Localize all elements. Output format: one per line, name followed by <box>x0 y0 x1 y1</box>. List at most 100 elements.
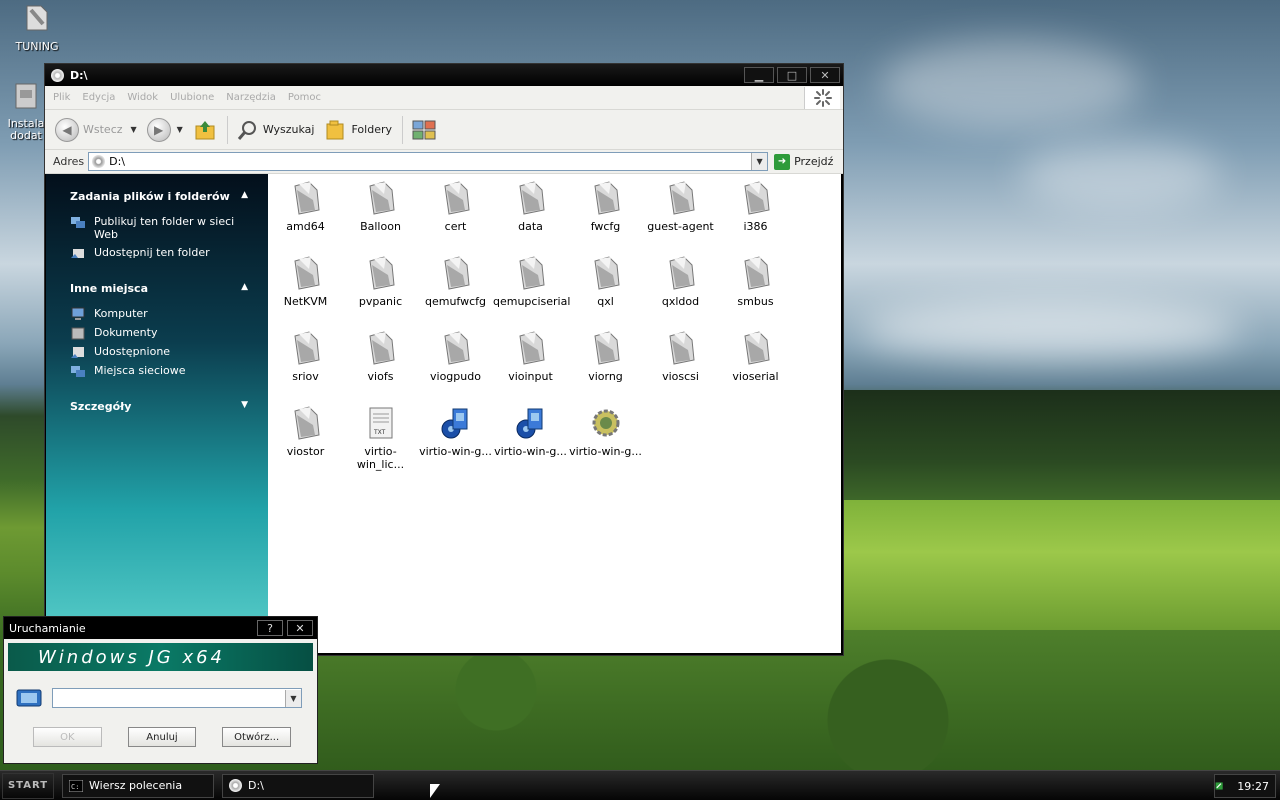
file-name: viogpudo <box>430 370 481 383</box>
taskbar-item-label: D:\ <box>248 779 264 792</box>
up-folder-button[interactable] <box>193 118 217 142</box>
chevron-down-icon[interactable]: ▼ <box>241 400 248 413</box>
folder-icon <box>293 331 320 365</box>
address-dropdown-button[interactable]: ▼ <box>751 153 768 170</box>
go-button[interactable]: ➜ Przejdź <box>774 153 833 170</box>
taskbar-item-explorer[interactable]: D:\ <box>222 773 374 798</box>
file-item[interactable]: virtio-win-g... <box>568 405 643 458</box>
file-item[interactable]: fwcfg <box>568 180 643 233</box>
menu-tools[interactable]: Narzędzia <box>226 92 276 103</box>
cancel-button[interactable]: Anuluj <box>127 727 197 747</box>
place-shared[interactable]: Udostępnione <box>70 345 258 359</box>
file-name: virtio-win-g... <box>419 445 492 458</box>
menu-edit[interactable]: Edycja <box>82 92 115 103</box>
file-item[interactable]: pvpanic <box>343 255 418 308</box>
place-computer[interactable]: Komputer <box>70 307 258 321</box>
file-item[interactable]: qxldod <box>643 255 718 308</box>
folder-icon <box>743 181 770 215</box>
ok-button[interactable]: OK <box>33 727 102 747</box>
chevron-down-icon[interactable]: ▼ <box>177 125 183 134</box>
taskbar: START C: Wiersz polecenia D:\ 19:27 <box>0 770 1280 800</box>
file-item[interactable]: viogpudo <box>418 330 493 383</box>
taskbar-item-command-prompt[interactable]: C: Wiersz polecenia <box>62 773 214 798</box>
place-documents[interactable]: Dokumenty <box>70 326 258 340</box>
run-command-input[interactable]: ▼ <box>52 688 302 708</box>
file-item[interactable]: sriov <box>268 330 343 383</box>
menu-view[interactable]: Widok <box>127 92 158 103</box>
close-button[interactable]: ✕ <box>810 67 840 83</box>
place-label: Udostępnione <box>94 345 171 358</box>
title-bar[interactable]: D:\ ▁ □ ✕ <box>45 64 843 86</box>
file-view[interactable]: amd64 Balloon cert data fwcfg guest-agent i386… <box>268 174 841 653</box>
folder-icon <box>518 256 545 290</box>
panel-title: Szczegóły <box>70 400 132 413</box>
file-item[interactable]: virtio-win-g... <box>418 405 493 458</box>
file-item[interactable]: virtio-win-g... <box>493 405 568 458</box>
run-close-button[interactable]: ✕ <box>287 620 313 636</box>
file-name: pvpanic <box>358 295 403 308</box>
address-bar: Adres D:\ ▼ ➜ Przejdź <box>45 150 843 174</box>
file-item[interactable]: qemufwcfg <box>418 255 493 308</box>
address-field[interactable]: D:\ ▼ <box>88 152 769 171</box>
file-item[interactable]: data <box>493 180 568 233</box>
chevron-up-icon[interactable]: ▲ <box>241 282 248 295</box>
forward-button[interactable]: ▶ ▼ <box>146 117 183 142</box>
file-item[interactable]: qemupciserial <box>493 255 571 308</box>
menu-file[interactable]: Plik <box>53 92 70 103</box>
run-dropdown-button[interactable]: ▼ <box>285 689 301 707</box>
file-name: qxldod <box>661 295 700 308</box>
task-publish-web[interactable]: Publikuj ten folder w sieci Web <box>70 215 258 241</box>
file-item[interactable]: guest-agent <box>643 180 718 233</box>
task-share-folder[interactable]: Udostępnij ten folder <box>70 246 258 260</box>
chevron-down-icon[interactable]: ▼ <box>131 125 137 134</box>
file-item[interactable]: i386 <box>718 180 793 233</box>
run-dialog[interactable]: Uruchamianie ? ✕ Windows JG x64 ▼ OK Anu… <box>3 616 318 764</box>
file-item[interactable]: vioscsi <box>643 330 718 383</box>
search-label: Wyszukaj <box>262 123 315 136</box>
svg-text:TXT: TXT <box>373 429 386 436</box>
file-item[interactable]: cert <box>418 180 493 233</box>
panel-header[interactable]: Inne miejsca ▲ <box>70 282 258 295</box>
views-button[interactable] <box>411 118 437 142</box>
svg-text:C:: C: <box>71 783 79 791</box>
file-item[interactable]: TXT virtio-win_lic... <box>343 405 418 471</box>
back-button[interactable]: ◀ Wstecz ▼ <box>55 117 137 142</box>
panel-title: Inne miejsca <box>70 282 148 295</box>
folder-icon <box>668 256 695 290</box>
menu-favorites[interactable]: Ulubione <box>170 92 214 103</box>
file-item[interactable]: vioinput <box>493 330 568 383</box>
network-tray-icon[interactable] <box>1215 779 1223 793</box>
folders-button[interactable]: Foldery <box>324 118 392 142</box>
file-item[interactable]: NetKVM <box>268 255 343 308</box>
file-item[interactable]: amd64 <box>268 180 343 233</box>
help-button[interactable]: ? <box>257 620 283 636</box>
panel-header[interactable]: Zadania plików i folderów ▲ <box>70 190 258 203</box>
run-title-bar[interactable]: Uruchamianie ? ✕ <box>4 617 317 639</box>
forward-arrow-icon: ▶ <box>146 117 171 142</box>
file-item[interactable]: viostor <box>268 405 343 458</box>
panel-header[interactable]: Szczegóły ▼ <box>70 400 258 413</box>
explorer-window[interactable]: D:\ ▁ □ ✕ Plik Edycja Widok Ulubione Nar… <box>44 63 844 656</box>
place-network[interactable]: Miejsca sieciowe <box>70 364 258 378</box>
chevron-up-icon[interactable]: ▲ <box>241 190 248 203</box>
menu-help[interactable]: Pomoc <box>288 92 321 103</box>
panel-other-places: Inne miejsca ▲ Komputer Dokumenty Udostę… <box>70 282 258 378</box>
file-item[interactable]: viorng <box>568 330 643 383</box>
desktop-icon-tuning[interactable]: TUNING <box>2 2 72 53</box>
file-item[interactable]: smbus <box>718 255 793 308</box>
minimize-button[interactable]: ▁ <box>744 67 774 83</box>
start-button[interactable]: START <box>2 772 54 799</box>
file-item[interactable]: vioserial <box>718 330 793 383</box>
file-item[interactable]: qxl <box>568 255 643 308</box>
browse-button[interactable]: Otwórz... <box>222 727 292 747</box>
clock[interactable]: 19:27 <box>1237 780 1269 793</box>
file-name: qemupciserial <box>493 295 571 308</box>
computer-icon <box>71 307 85 320</box>
maximize-button[interactable]: □ <box>777 67 807 83</box>
desktop-icon-label: TUNING <box>15 40 59 53</box>
file-item[interactable]: Balloon <box>343 180 418 233</box>
run-command-field[interactable] <box>53 689 285 707</box>
cd-drive-icon <box>229 779 242 792</box>
file-item[interactable]: viofs <box>343 330 418 383</box>
search-button[interactable]: Wyszukaj <box>236 118 315 142</box>
